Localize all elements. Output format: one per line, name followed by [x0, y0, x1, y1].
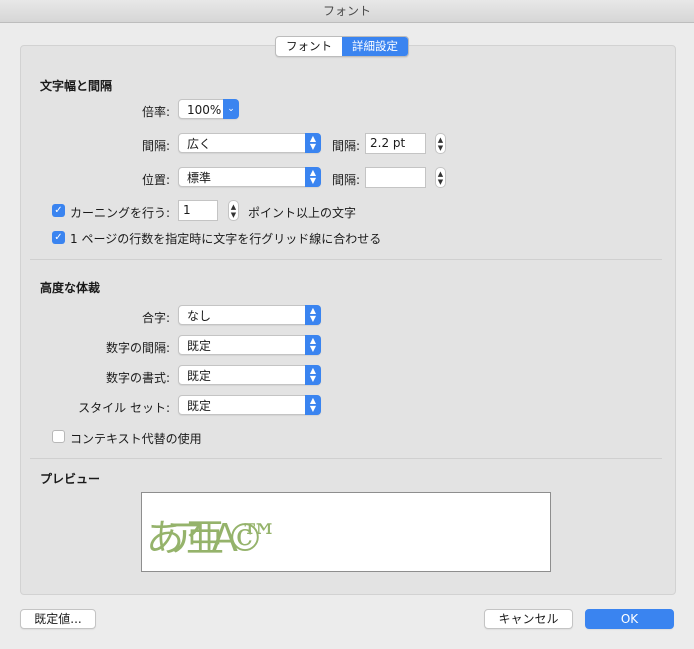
preview-box: あア亜Ａ© ™ — [141, 492, 551, 572]
number-spacing-value: 既定 — [187, 339, 212, 353]
number-spacing-label: 数字の間隔: — [105, 341, 170, 355]
kerning-input[interactable]: 1 — [178, 200, 218, 221]
spacing-label: 間隔: — [141, 139, 170, 153]
number-forms-value: 既定 — [187, 369, 212, 383]
cancel-button[interactable]: キャンセル — [484, 609, 573, 629]
divider — [30, 259, 662, 260]
default-button[interactable]: 既定値... — [20, 609, 96, 629]
tab-font[interactable]: フォント — [276, 37, 342, 56]
window-title: フォント — [0, 0, 694, 23]
section-title-spacing: 文字幅と間隔 — [40, 79, 113, 93]
tab-bar: フォント 詳細設定 — [275, 36, 409, 57]
spacing-by-input[interactable]: 2.2 pt — [365, 133, 426, 154]
position-value: 標準 — [187, 171, 212, 185]
ligatures-label: 合字: — [141, 311, 170, 325]
up-down-chevron-icon: ▲ ▼ — [305, 395, 321, 415]
grid-checkbox[interactable]: ✓ — [52, 231, 65, 244]
spacing-value: 広く — [187, 137, 212, 151]
stylistic-set-value: 既定 — [187, 399, 212, 413]
scale-label: 倍率: — [141, 105, 170, 119]
number-spacing-popup[interactable]: 既定 ▲ ▼ — [178, 335, 321, 355]
position-by-input[interactable] — [365, 167, 426, 188]
scale-popup[interactable]: 100% ⌄ — [178, 99, 239, 119]
stylistic-set-popup[interactable]: 既定 ▲ ▼ — [178, 395, 321, 415]
up-down-chevron-icon: ▲ ▼ — [305, 167, 321, 187]
spacing-by-stepper[interactable]: ▲ ▼ — [435, 133, 446, 154]
tab-advanced[interactable]: 詳細設定 — [342, 37, 408, 56]
divider — [30, 458, 662, 459]
position-label: 位置: — [141, 173, 170, 187]
kerning-suffix: ポイント以上の文字 — [248, 206, 357, 220]
kerning-checkbox[interactable]: ✓ — [52, 204, 65, 217]
section-title-typography: 高度な体裁 — [40, 281, 101, 295]
contextual-checkbox[interactable] — [52, 430, 65, 443]
position-by-label: 間隔: — [331, 173, 360, 187]
up-down-chevron-icon: ▲ ▼ — [305, 133, 321, 153]
preview-text: あア亜Ａ© ™ — [146, 516, 278, 560]
ligatures-value: なし — [187, 309, 212, 323]
up-down-chevron-icon: ▲ ▼ — [305, 365, 321, 385]
number-forms-popup[interactable]: 既定 ▲ ▼ — [178, 365, 321, 385]
kerning-stepper[interactable]: ▲ ▼ — [228, 200, 239, 221]
ok-button[interactable]: OK — [585, 609, 674, 629]
ligatures-popup[interactable]: なし ▲ ▼ — [178, 305, 321, 325]
up-down-chevron-icon: ▲ ▼ — [305, 335, 321, 355]
stylistic-set-label: スタイル セット: — [78, 401, 170, 415]
number-forms-label: 数字の書式: — [105, 371, 170, 385]
section-title-preview: プレビュー — [40, 472, 101, 486]
spacing-popup[interactable]: 広く ▲ ▼ — [178, 133, 321, 153]
contextual-label: コンテキスト代替の使用 — [70, 432, 202, 446]
scale-value: 100% — [187, 103, 222, 117]
spacing-by-label: 間隔: — [331, 139, 360, 153]
up-down-chevron-icon: ▲ ▼ — [305, 305, 321, 325]
kerning-label: カーニングを行う: — [70, 206, 171, 220]
grid-label: 1 ページの行数を指定時に文字を行グリッド線に合わせる — [70, 232, 382, 246]
position-popup[interactable]: 標準 ▲ ▼ — [178, 167, 321, 187]
position-by-stepper[interactable]: ▲ ▼ — [435, 167, 446, 188]
chevron-down-icon: ⌄ — [223, 99, 239, 119]
